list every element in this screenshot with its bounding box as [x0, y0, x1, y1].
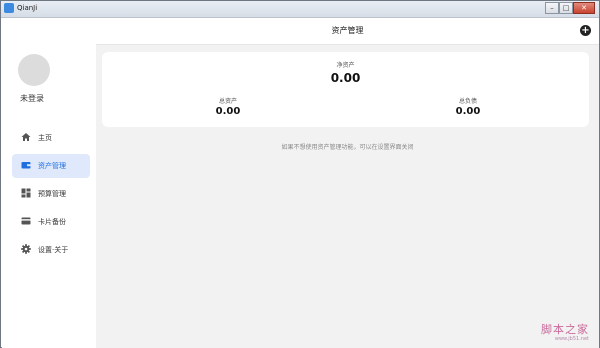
total-assets: 总资产 0.00	[198, 98, 258, 118]
total-liabilities: 总负债 0.00	[438, 98, 498, 118]
watermark-url: www.jb51.net	[554, 336, 589, 342]
home-icon	[21, 133, 31, 141]
gear-icon	[21, 244, 31, 254]
total-assets-label: 总资产	[218, 98, 237, 105]
net-assets-label: 净资产	[336, 62, 355, 69]
avatar[interactable]	[18, 54, 50, 86]
sidebar-item-card-backup[interactable]: 卡片备份	[12, 210, 90, 234]
page-header: 资产管理 +	[96, 18, 599, 45]
total-liabilities-value: 0.00	[455, 106, 481, 117]
window-controls: – □ ✕	[545, 2, 595, 15]
sidebar-item-settings[interactable]: 设置·关于	[12, 238, 90, 262]
sidebar-item-label: 预算管理	[38, 190, 66, 198]
sidebar-item-label: 主页	[38, 134, 52, 142]
maximize-button[interactable]: □	[559, 2, 573, 14]
main-content: 资产管理 + 净资产 0.00 总资产 0.00 总负债 0.00 如果不想使用…	[96, 18, 599, 348]
hint-text: 如果不想使用资产管理功能，可以在设置界面关闭	[281, 144, 414, 151]
net-assets-value: 0.00	[330, 71, 361, 85]
sidebar: 未登录 主页 资产管理 预算管理 卡片备份 设置·关于	[2, 18, 96, 348]
watermark: 脚本之家 www.jb51.net	[541, 323, 589, 342]
watermark-text: 脚本之家	[541, 323, 589, 336]
card-icon	[21, 217, 31, 225]
sidebar-item-label: 资产管理	[38, 162, 66, 170]
sidebar-item-budget[interactable]: 预算管理	[12, 182, 90, 206]
user-name[interactable]: 未登录	[20, 94, 44, 104]
asset-summary-card[interactable]: 净资产 0.00 总资产 0.00 总负债 0.00	[102, 52, 589, 127]
total-assets-value: 0.00	[215, 106, 241, 117]
dashboard-icon	[21, 188, 31, 198]
wallet-icon	[21, 162, 31, 169]
close-button[interactable]: ✕	[573, 2, 595, 14]
sidebar-item-label: 设置·关于	[38, 246, 69, 254]
total-liabilities-label: 总负债	[458, 98, 477, 105]
sidebar-item-home[interactable]: 主页	[12, 126, 90, 150]
page-title: 资产管理	[331, 26, 364, 35]
app-window: QianJi – □ ✕ 未登录 主页 资产管理 预算管理 卡片备份 设置·关于	[0, 0, 600, 348]
sidebar-item-label: 卡片备份	[38, 218, 66, 226]
title-bar[interactable]: QianJi – □ ✕	[1, 1, 599, 18]
sidebar-item-assets[interactable]: 资产管理	[12, 154, 90, 178]
add-button[interactable]: +	[580, 25, 591, 36]
minimize-button[interactable]: –	[545, 2, 559, 14]
window-title: QianJi	[17, 4, 38, 12]
app-icon	[4, 3, 14, 13]
